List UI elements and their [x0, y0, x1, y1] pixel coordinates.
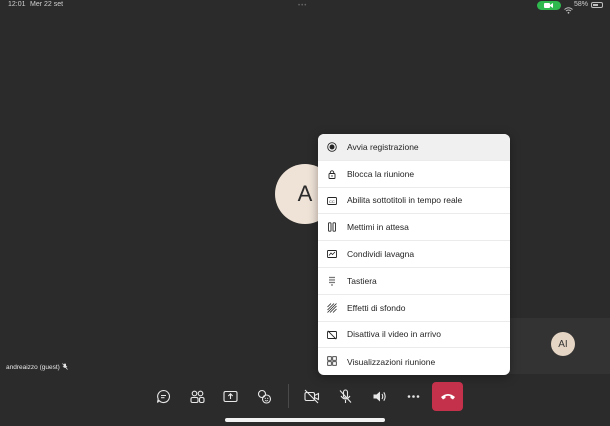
- camera-off-icon: [304, 389, 320, 403]
- hang-up-button[interactable]: [432, 382, 463, 411]
- hang-up-icon: [440, 393, 455, 399]
- more-options-button[interactable]: [401, 384, 425, 408]
- battery-percentage: 58%: [574, 1, 589, 8]
- mic-toggle-button[interactable]: [333, 384, 357, 408]
- self-avatar: AI: [551, 332, 575, 356]
- chat-icon: [156, 389, 170, 403]
- background-effects-icon: [327, 302, 337, 313]
- menu-item-hold[interactable]: Mettimi in attesa: [318, 214, 510, 242]
- view-layout-icon: [327, 356, 337, 367]
- participants-button[interactable]: [185, 384, 209, 408]
- more-options-menu: Avvia registrazione Blocca la riunione C…: [318, 134, 510, 375]
- home-indicator[interactable]: [225, 418, 385, 422]
- mic-muted-icon: [62, 363, 68, 372]
- menu-item-whiteboard[interactable]: Condividi lavagna: [318, 241, 510, 268]
- menu-item-label: Tastiera: [347, 275, 377, 286]
- whiteboard-icon: [327, 250, 337, 259]
- more-icon: [407, 394, 419, 398]
- captions-icon: CC: [327, 196, 337, 205]
- svg-text:CC: CC: [329, 198, 335, 203]
- menu-item-meeting-views[interactable]: Visualizzazioni riunione: [318, 348, 510, 375]
- camera-toggle-button[interactable]: [300, 384, 324, 408]
- mic-off-icon: [339, 388, 351, 403]
- menu-item-turn-off-incoming-video[interactable]: Disattiva il video in arrivo: [318, 322, 510, 349]
- video-off-icon: [327, 330, 337, 340]
- menu-item-live-captions[interactable]: CC Abilita sottotitoli in tempo reale: [318, 188, 510, 215]
- speaker-icon: [373, 391, 386, 401]
- status-date: Mer 22 set: [30, 1, 64, 8]
- people-icon: [189, 390, 205, 403]
- record-icon: [327, 142, 337, 152]
- menu-item-label: Visualizzazioni riunione: [347, 356, 436, 367]
- status-time: 12:01: [8, 1, 26, 8]
- keypad-icon: [329, 276, 335, 286]
- reactions-button[interactable]: [252, 384, 276, 408]
- menu-item-background-effects[interactable]: Effetti di sfondo: [318, 295, 510, 322]
- pause-icon: [328, 222, 336, 233]
- camera-in-use-icon: [537, 1, 561, 10]
- menu-item-keypad[interactable]: Tastiera: [318, 268, 510, 295]
- menu-item-start-recording[interactable]: Avvia registrazione: [318, 134, 510, 161]
- menu-item-label: Disattiva il video in arrivo: [347, 329, 442, 340]
- guest-name: andreaizzo (guest): [6, 364, 60, 371]
- battery-icon: [591, 2, 603, 8]
- menu-item-label: Avvia registrazione: [347, 141, 419, 152]
- reactions-icon: [257, 389, 271, 404]
- menu-item-lock-meeting[interactable]: Blocca la riunione: [318, 161, 510, 188]
- lock-icon: [328, 170, 336, 179]
- wifi-icon: [564, 1, 573, 19]
- chat-button[interactable]: [151, 384, 175, 408]
- multitasking-dots-icon[interactable]: •••: [298, 3, 307, 9]
- menu-item-label: Effetti di sfondo: [347, 302, 406, 313]
- toolbar-divider: [288, 384, 289, 408]
- speaker-button[interactable]: [367, 384, 391, 408]
- share-screen-icon: [222, 390, 238, 402]
- menu-item-label: Condividi lavagna: [347, 249, 415, 260]
- menu-item-label: Mettimi in attesa: [347, 222, 409, 233]
- menu-item-label: Abilita sottotitoli in tempo reale: [347, 195, 463, 206]
- share-screen-button[interactable]: [218, 384, 242, 408]
- status-bar: 12:01 Mer 22 set ••• 58%: [0, 0, 610, 14]
- guest-name-label: andreaizzo (guest): [6, 363, 68, 372]
- menu-item-label: Blocca la riunione: [347, 168, 415, 179]
